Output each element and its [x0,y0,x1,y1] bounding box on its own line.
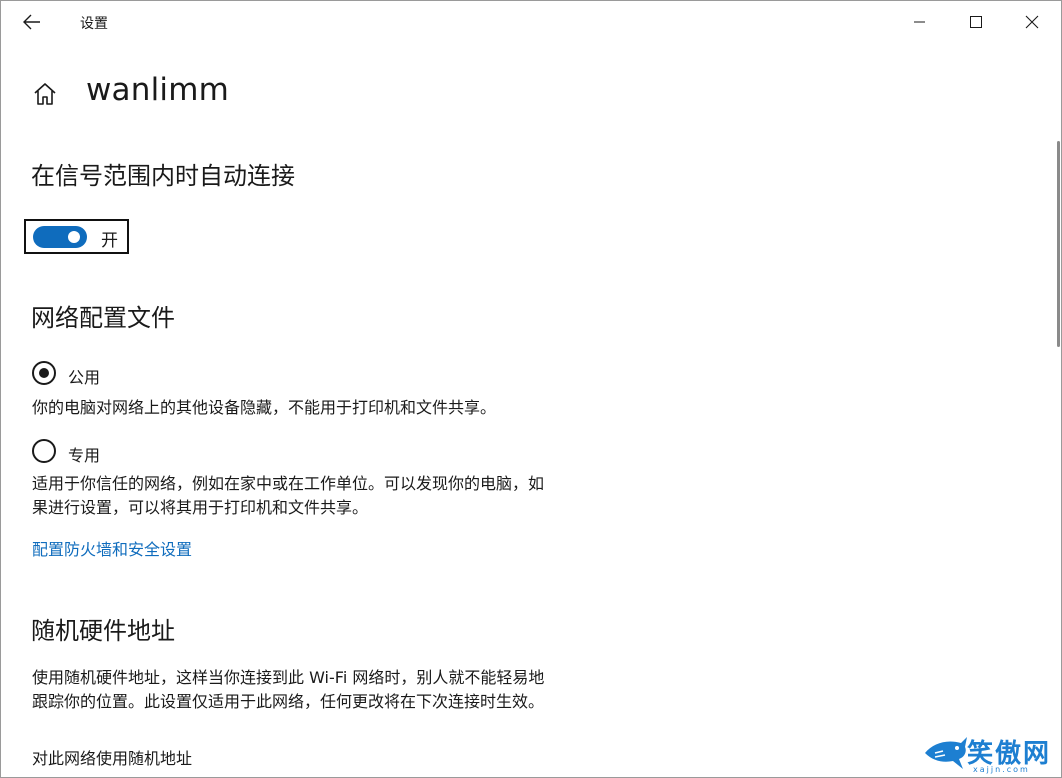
auto-connect-heading: 在信号范围内时自动连接 [31,162,295,190]
random-description-line1: 使用随机硬件地址，这样当你连接到此 Wi-Fi 网络时，别人就不能轻易地 [32,668,545,687]
back-button[interactable] [9,5,55,39]
minimize-icon [914,21,925,23]
close-button[interactable] [1004,1,1060,43]
shark-logo-icon [925,737,967,769]
maximize-button[interactable] [948,1,1004,43]
home-icon [34,83,56,105]
page-title: wanlimm [86,72,230,108]
public-description: 你的电脑对网络上的其他设备隐藏，不能用于打印机和文件共享。 [32,398,497,417]
vertical-scrollbar[interactable] [1055,43,1061,777]
public-radio-label[interactable]: 公用 [68,364,100,388]
radio-selected-dot [39,368,49,378]
watermark: 笑傲网 xajjn.com [919,729,1061,777]
title-bar: 设置 [1,1,1061,43]
private-description-line2: 果进行设置，可以将其用于打印机和文件共享。 [32,498,369,517]
toggle-knob [68,231,80,243]
close-icon [1025,15,1039,29]
app-title: 设置 [80,16,108,32]
private-description-line1: 适用于你信任的网络，例如在家中或在工作单位。可以发现你的电脑，如 [32,474,545,493]
network-profile-heading: 网络配置文件 [31,304,175,332]
home-button[interactable] [32,81,58,107]
random-hardware-heading: 随机硬件地址 [31,617,175,645]
public-radio[interactable] [32,361,56,385]
private-radio-label[interactable]: 专用 [68,442,100,466]
watermark-subtext: xajjn.com [973,765,1030,774]
toggle-state-label: 开 [101,231,118,251]
back-arrow-icon [23,14,40,30]
settings-window: 设置 wanlimm 在信号范围内时自动连接 开 网络配置文件 公用 你的电脑对… [0,0,1062,778]
private-radio[interactable] [32,439,56,463]
random-description-line2: 跟踪你的位置。此设置仅适用于此网络，任何更改将在下次连接时生效。 [32,692,545,711]
maximize-icon [970,16,982,28]
minimize-button[interactable] [892,1,948,43]
private-description: 适用于你信任的网络，例如在家中或在工作单位。可以发现你的电脑，如 果进行设置，可… [32,472,612,520]
random-address-label: 对此网络使用随机地址 [32,749,193,768]
scrollbar-thumb[interactable] [1057,141,1060,347]
random-hardware-description: 使用随机硬件地址，这样当你连接到此 Wi-Fi 网络时，别人就不能轻易地 跟踪你… [32,666,612,714]
firewall-settings-link[interactable]: 配置防火墙和安全设置 [32,536,192,560]
